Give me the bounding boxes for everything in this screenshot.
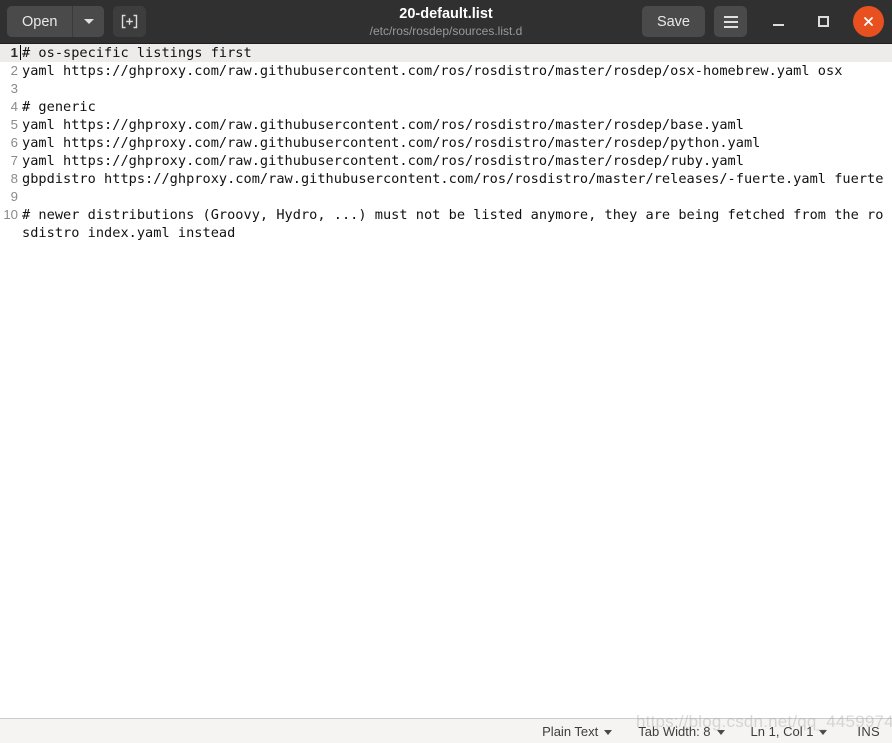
text-editor-window: Open 20-default.list /etc/ros/rosdep/sou… xyxy=(0,0,892,743)
line-number: 8 xyxy=(10,171,18,186)
code-line[interactable]: 4 # generic xyxy=(0,98,892,116)
maximize-button[interactable] xyxy=(808,6,839,37)
open-button[interactable]: Open xyxy=(7,6,74,37)
line-number: 9 xyxy=(10,189,18,204)
close-icon xyxy=(864,17,873,26)
editor-area[interactable]: 1 # os-specific listings first 2 yaml https… xyxy=(0,44,892,718)
line-number: 3 xyxy=(10,81,18,96)
code-line[interactable]: 10 # newer distributions (Groovy, Hydro, … xyxy=(0,206,892,242)
header-left-controls: Open xyxy=(7,6,147,37)
main-menu-button[interactable] xyxy=(714,6,747,37)
language-mode-label: Plain Text xyxy=(542,723,599,739)
line-number: 10 xyxy=(3,207,18,222)
cursor-position-indicator[interactable]: Ln 1, Col 1 xyxy=(751,724,828,739)
maximize-icon xyxy=(818,16,829,27)
line-number: 6 xyxy=(10,135,18,150)
code-line-text[interactable]: yaml https://ghproxy.com/raw.githubuserc… xyxy=(19,116,892,134)
new-document-icon xyxy=(122,14,138,29)
new-document-button[interactable] xyxy=(113,6,147,37)
hamburger-menu-icon-bar xyxy=(723,15,738,18)
chevron-down-icon xyxy=(819,729,828,735)
minimize-icon xyxy=(773,23,784,26)
cursor-position-label: Ln 1, Col 1 xyxy=(750,723,814,739)
hamburger-menu-icon-bar xyxy=(723,20,738,23)
code-line[interactable]: 5 yaml https://ghproxy.com/raw.githubuser… xyxy=(0,116,892,134)
code-line[interactable]: 3 xyxy=(0,80,892,98)
minimize-button[interactable] xyxy=(763,6,794,37)
code-line[interactable]: 1 # os-specific listings first xyxy=(0,44,892,62)
save-button[interactable]: Save xyxy=(641,6,705,37)
line-number: 5 xyxy=(10,117,18,132)
chevron-down-icon xyxy=(604,729,613,735)
code-line-text[interactable]: # newer distributions (Groovy, Hydro, ..… xyxy=(19,206,892,242)
tab-width-selector[interactable]: Tab Width: 8 xyxy=(638,723,725,739)
tab-width-label: Tab Width: 8 xyxy=(638,723,711,739)
line-number: 2 xyxy=(10,63,18,78)
code-line-text[interactable]: # os-specific listings first xyxy=(19,44,892,62)
close-button[interactable] xyxy=(853,6,884,37)
hamburger-menu-icon-bar xyxy=(723,25,738,28)
code-line[interactable]: 8 gbpdistro https://ghproxy.com/raw.githu… xyxy=(0,170,892,188)
code-line-text[interactable]: yaml https://ghproxy.com/raw.githubuserc… xyxy=(19,62,892,80)
insert-mode-label: INS xyxy=(857,723,880,739)
code-lines-container[interactable]: 1 # os-specific listings first 2 yaml https… xyxy=(0,44,892,242)
code-line-text[interactable]: yaml https://ghproxy.com/raw.githubuserc… xyxy=(19,152,892,170)
header-bar: Open 20-default.list /etc/ros/rosdep/sou… xyxy=(0,0,892,44)
line-number: 4 xyxy=(10,99,18,114)
line-number: 7 xyxy=(10,153,18,168)
code-line-text[interactable]: yaml https://ghproxy.com/raw.githubuserc… xyxy=(19,134,892,152)
chevron-down-icon xyxy=(83,19,94,24)
page-title: 20-default.list xyxy=(399,5,493,22)
code-line[interactable]: 9 xyxy=(0,188,892,206)
open-recent-dropdown-button[interactable] xyxy=(73,6,105,37)
editor-empty-space[interactable] xyxy=(0,242,892,718)
code-line-text[interactable]: # generic xyxy=(19,98,892,116)
line-number: 1 xyxy=(10,45,18,60)
chevron-down-icon xyxy=(716,729,725,735)
status-bar: Plain Text Tab Width: 8 Ln 1, Col 1 INS xyxy=(0,718,892,743)
open-button-group: Open xyxy=(7,6,105,37)
editor-blank-body[interactable] xyxy=(19,242,892,718)
file-path-subtitle: /etc/ros/rosdep/sources.list.d xyxy=(369,23,523,38)
insert-mode-indicator[interactable]: INS xyxy=(857,724,880,739)
code-line-text[interactable]: gbpdistro https://ghproxy.com/raw.github… xyxy=(19,170,892,188)
code-line[interactable]: 7 yaml https://ghproxy.com/raw.githubuser… xyxy=(0,152,892,170)
text-cursor xyxy=(20,45,21,60)
code-line[interactable]: 6 yaml https://ghproxy.com/raw.githubuser… xyxy=(0,134,892,152)
header-right-controls: Save xyxy=(641,6,884,37)
gutter-filler xyxy=(0,242,19,718)
code-line[interactable]: 2 yaml https://ghproxy.com/raw.githubuser… xyxy=(0,62,892,80)
language-mode-selector[interactable]: Plain Text xyxy=(542,723,613,739)
